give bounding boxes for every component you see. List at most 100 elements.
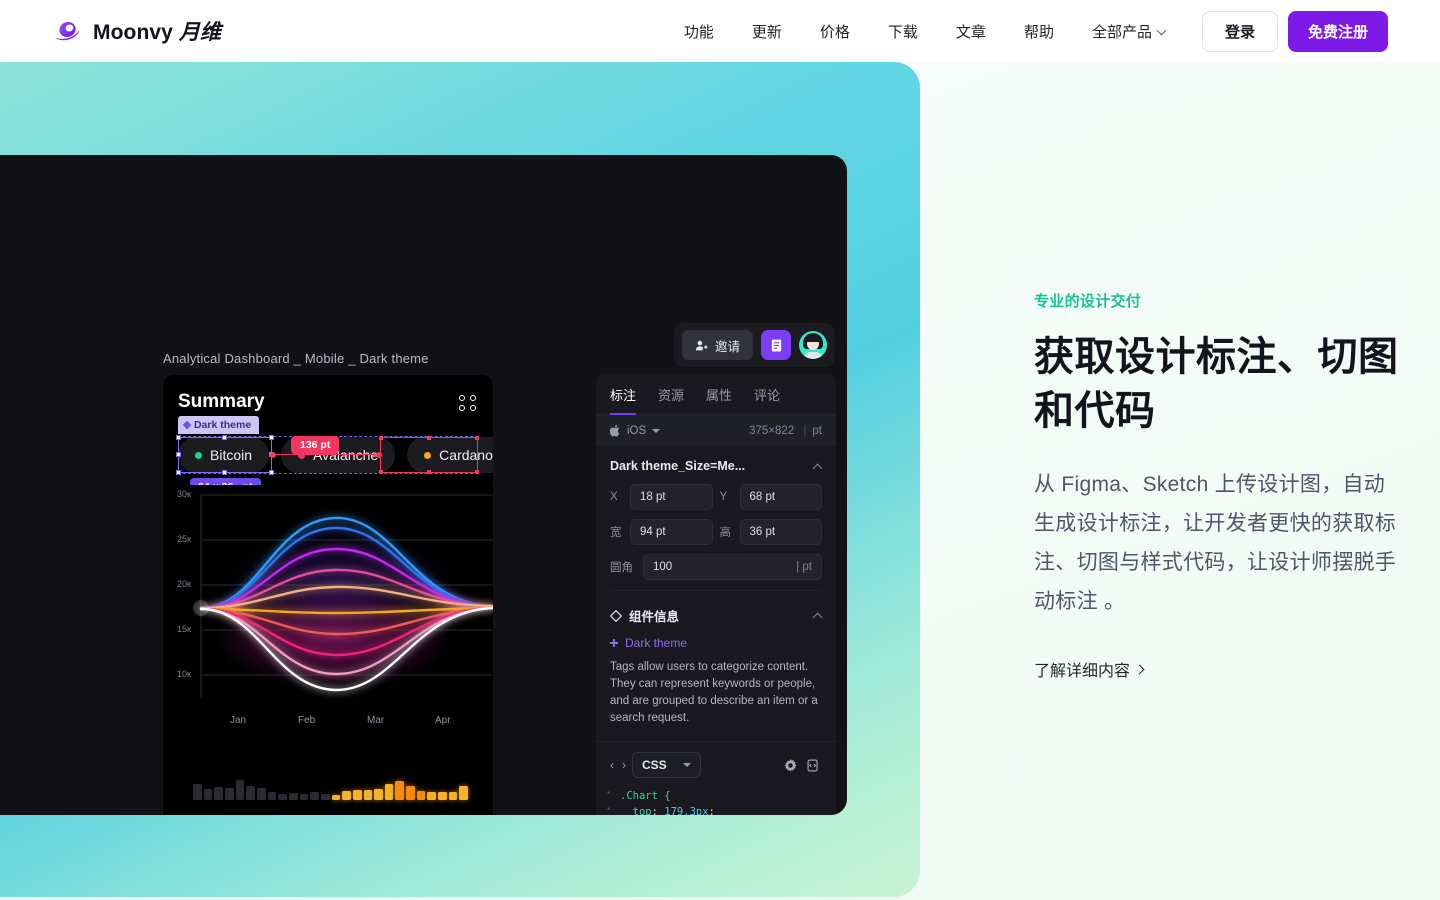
user-avatar[interactable] (799, 331, 828, 359)
x-tick-mar: Mar (367, 715, 385, 726)
strip-bar (459, 786, 469, 800)
component-info-title: 组件信息 (629, 610, 680, 624)
canvas-unit: pt (812, 424, 822, 437)
platform-selector[interactable]: iOS (610, 424, 661, 437)
field-value-radius[interactable]: 100 | pt (643, 554, 822, 580)
field-value-height[interactable]: 36 pt (739, 519, 822, 545)
chevron-up-icon[interactable] (813, 462, 822, 471)
strip-bar (193, 784, 202, 800)
inspector-tabs: 标注 资源 属性 评论 (596, 373, 836, 415)
tab-annotations[interactable]: 标注 (610, 374, 637, 415)
strip-bar (342, 791, 351, 800)
nav-item-features[interactable]: 功能 (665, 15, 733, 48)
chevron-up-icon[interactable] (813, 611, 822, 620)
field-label-y: Y (719, 491, 728, 503)
component-diamond-icon (610, 609, 622, 622)
field-label-x: X (610, 491, 618, 503)
learn-more-link[interactable]: 了解详细内容 (1034, 657, 1144, 681)
radius-value: 100 (653, 561, 673, 573)
component-description: Tags allow users to categorize content. … (610, 661, 818, 725)
x-tick-apr: Apr (435, 715, 451, 726)
strip-bar (363, 790, 373, 800)
x-tick-feb: Feb (298, 715, 316, 726)
apple-icon (610, 424, 620, 437)
strip-bar (310, 792, 319, 800)
strip-bar (427, 792, 437, 800)
selection-box[interactable] (176, 435, 274, 475)
strip-bar (299, 794, 309, 800)
code-language-label: CSS (642, 758, 667, 773)
page-title: 获取设计标注、切图和代码 (1034, 335, 1399, 433)
component-info-header[interactable]: 组件信息 (610, 606, 822, 625)
tab-properties[interactable]: 属性 (706, 374, 732, 414)
field-value-width[interactable]: 94 pt (630, 519, 713, 545)
mobile-artboard: Summary Bitcoin Avalanche Cardano Dark t… (163, 375, 493, 815)
strip-bar (267, 792, 277, 800)
summary-heading: Summary (178, 391, 265, 412)
nav-item-updates[interactable]: 更新 (733, 15, 801, 48)
hero-copy-column: 专业的设计交付 获取设计标注、切图和代码 从 Figma、Sketch 上传设计… (1034, 290, 1404, 681)
chevron-down-icon (682, 763, 691, 768)
nav-links: 功能 更新 价格 下载 文章 帮助 全部产品 (665, 15, 1186, 48)
y-tick-15k: 15к (177, 624, 191, 634)
login-button[interactable]: 登录 (1201, 10, 1278, 52)
platform-row: iOS 375×822 | pt (596, 415, 836, 446)
tab-comments[interactable]: 评论 (754, 374, 780, 414)
field-value-y[interactable]: 68 pt (739, 484, 822, 510)
strip-bar (416, 791, 426, 800)
section-divider (610, 590, 822, 591)
target-measure-box (379, 436, 479, 474)
chevron-right-icon[interactable]: › (622, 758, 626, 772)
file-title: Analytical Dashboard _ Mobile _ Dark the… (163, 351, 429, 366)
copy-code-icon[interactable] (805, 757, 822, 774)
nav-item-articles[interactable]: 文章 (937, 15, 1005, 48)
invite-button-label: 邀请 (715, 339, 741, 354)
component-tag[interactable]: Dark theme (610, 636, 822, 650)
strip-bar (203, 789, 213, 800)
gear-icon[interactable] (782, 757, 799, 774)
y-tick-30k: 30к (177, 489, 191, 499)
chevron-down-icon (1158, 27, 1167, 36)
brand-name: Moonvy 月维 (93, 21, 222, 44)
distance-badge: 136 pt (291, 436, 340, 454)
top-navigation-bar: Moonvy 月维 功能 更新 价格 下载 文章 帮助 全部产品 登录 免费注册 (0, 0, 1440, 62)
component-sparkle-icon (610, 639, 618, 647)
component-tag-label: Dark theme (625, 636, 688, 650)
strip-bar (246, 786, 255, 800)
brand-logo-link[interactable]: Moonvy 月维 (52, 16, 221, 46)
document-icon[interactable] (761, 330, 792, 360)
strip-bar (384, 784, 394, 800)
strip-bar (288, 793, 298, 800)
nav-item-downloads[interactable]: 下载 (869, 15, 937, 48)
strip-bar (438, 792, 447, 800)
tab-assets[interactable]: 资源 (658, 374, 684, 414)
platform-name: iOS (627, 424, 647, 437)
code-line: top: 179.3px; (606, 804, 822, 815)
signup-button[interactable]: 免费注册 (1287, 10, 1388, 52)
nav-item-all-products[interactable]: 全部产品 (1073, 15, 1186, 48)
strip-bar (224, 788, 234, 800)
field-label-height: 高 (719, 527, 732, 539)
strip-bar (395, 781, 405, 800)
field-label-width: 宽 (610, 527, 622, 539)
layer-properties-header[interactable]: Dark theme_Size=Me... (610, 459, 822, 473)
strip-bar (352, 790, 362, 800)
nav-item-help[interactable]: 帮助 (1005, 15, 1073, 48)
nav-item-pricing[interactable]: 价格 (801, 15, 869, 48)
invite-button[interactable]: 邀请 (682, 330, 754, 360)
layer-properties-section: Dark theme_Size=Me... X 18 pt Y 68 pt 宽 … (596, 446, 836, 593)
grid-dots-icon[interactable] (459, 395, 477, 411)
line-chart-svg (163, 485, 493, 735)
layer-name-badge: Dark theme (178, 416, 260, 434)
code-line: .Chart { (606, 788, 822, 804)
chevron-right-icon (1136, 665, 1144, 673)
code-nav-arrows[interactable]: ‹ › (610, 758, 626, 772)
planet-icon (52, 16, 82, 46)
code-block[interactable]: .Chart { top: 179.3px; left: 41px; width… (596, 786, 836, 815)
chevron-left-icon[interactable]: ‹ (610, 758, 614, 772)
body-paragraph: 从 Figma、Sketch 上传设计图，自动生成设计标注，让开发者更快的获取标… (1034, 473, 1397, 613)
inspector-panel: 标注 资源 属性 评论 iOS 375×822 | pt Dark theme_… (596, 373, 836, 815)
field-value-x[interactable]: 18 pt (630, 484, 713, 510)
code-language-select[interactable]: CSS (632, 752, 701, 779)
line-chart: 30к 25к 20к 15к 10к Jan Feb Mar Apr (163, 485, 493, 735)
